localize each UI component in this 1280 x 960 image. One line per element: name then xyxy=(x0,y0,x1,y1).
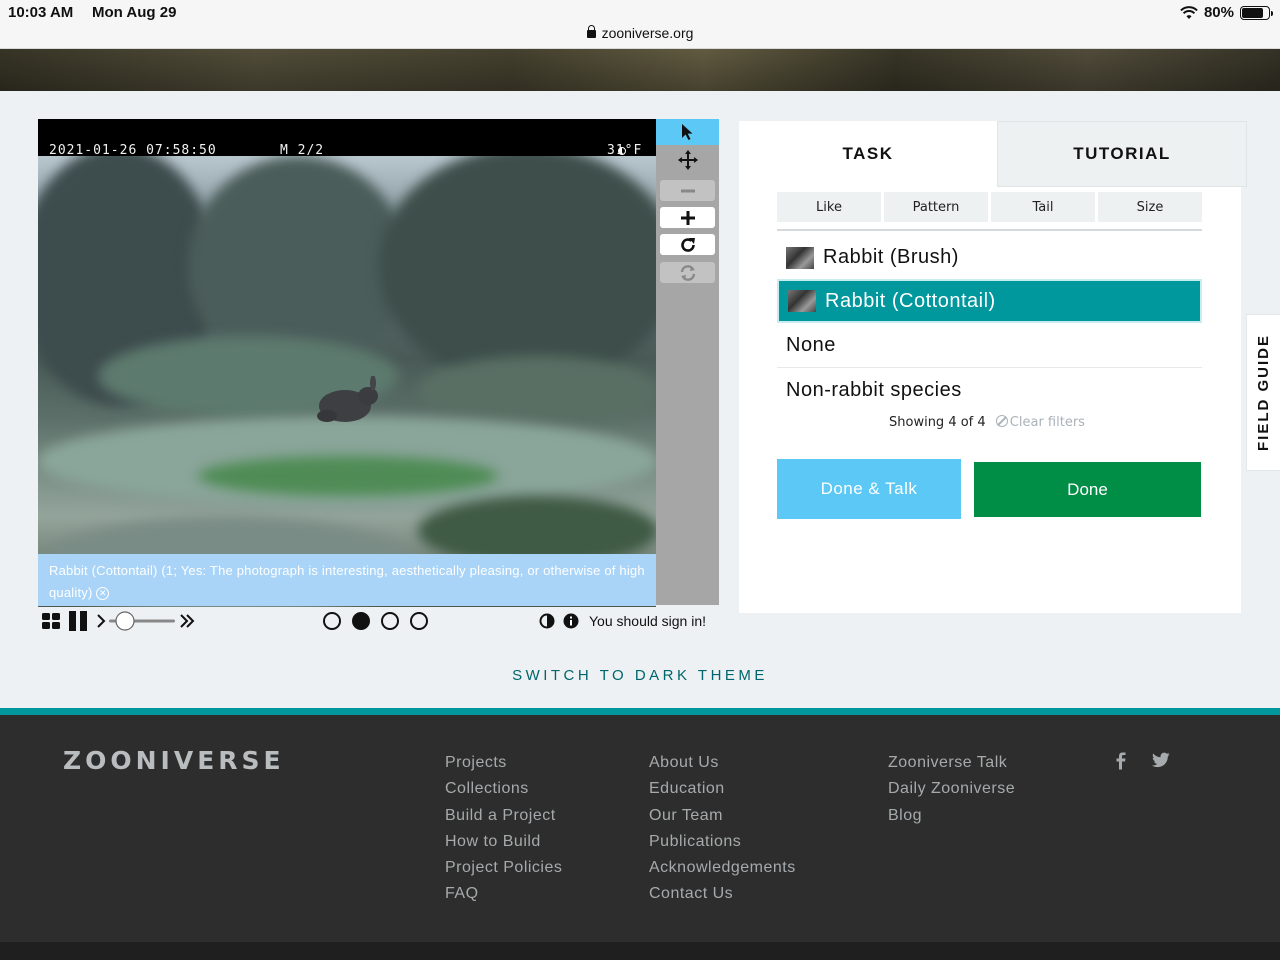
lock-icon xyxy=(586,25,596,38)
choice-label: Rabbit (Cottontail) xyxy=(825,289,996,312)
footer-column-talk: Zooniverse Talk Daily Zooniverse Blog xyxy=(888,750,1015,829)
footer-link[interactable]: Publications xyxy=(649,829,796,855)
subject-image[interactable]: 2021-01-26 07:58:50 M 2/2 31°F xyxy=(38,119,656,607)
subject-caption: Rabbit (Cottontail) (1; Yes: The photogr… xyxy=(38,554,656,606)
filter-pattern[interactable]: Pattern xyxy=(884,192,988,222)
reset-icon xyxy=(680,264,695,281)
reset-button[interactable] xyxy=(660,262,715,283)
footer-link[interactable]: Zooniverse Talk xyxy=(888,750,1015,776)
frame-dot-2[interactable] xyxy=(352,612,370,630)
clear-filters-button[interactable]: Clear filters xyxy=(995,415,1085,430)
footer-link[interactable]: Project Policies xyxy=(445,855,562,881)
pan-tool-button[interactable] xyxy=(660,149,715,170)
choice-thumbnail xyxy=(788,290,816,312)
pause-icon[interactable] xyxy=(67,610,89,632)
zooniverse-logo[interactable]: ZOONIVERSE xyxy=(63,746,285,775)
footer-column-about: About Us Education Our Team Publications… xyxy=(649,750,796,908)
caption-close-icon[interactable]: ✕ xyxy=(96,587,110,601)
camera-trap-photo xyxy=(38,156,656,607)
frame-dot-4[interactable] xyxy=(410,612,428,630)
battery-icon xyxy=(1240,5,1273,20)
choice-thumbnail xyxy=(786,246,814,269)
rabbit-figure xyxy=(317,376,378,422)
viewer-meta: You should sign in! xyxy=(539,610,706,632)
status-time: 10:03 AM xyxy=(8,4,74,21)
zoom-in-icon xyxy=(680,210,695,225)
rotate-button[interactable] xyxy=(660,234,715,255)
characteristic-filters: Like Pattern Tail Size xyxy=(777,192,1202,222)
address-bar[interactable]: zooniverse.org xyxy=(0,25,1280,41)
frame-controls xyxy=(41,610,195,632)
footer-link[interactable]: FAQ xyxy=(445,881,562,907)
ios-status-bar: 10:03 AM Mon Aug 29 zooniverse.org 80% xyxy=(0,0,1280,49)
clear-filters-label: Clear filters xyxy=(1009,415,1085,430)
camera-stamp-bar: 2021-01-26 07:58:50 M 2/2 31°F xyxy=(38,119,656,158)
image-toolbar xyxy=(656,119,719,605)
footer-link[interactable]: Blog xyxy=(888,803,1015,829)
rotate-icon xyxy=(680,237,695,252)
switch-dark-theme-link[interactable]: SWITCH TO DARK THEME xyxy=(0,667,1280,684)
facebook-icon[interactable] xyxy=(1115,752,1127,770)
battery-percent: 80% xyxy=(1203,4,1234,21)
choice-label: Rabbit (Brush) xyxy=(823,246,959,268)
done-button[interactable]: Done xyxy=(974,462,1201,517)
fast-forward-icon[interactable] xyxy=(179,613,195,629)
url-text: zooniverse.org xyxy=(601,25,694,41)
footer-link[interactable]: Collections xyxy=(445,776,562,802)
field-guide-tab[interactable]: FIELD GUIDE xyxy=(1246,314,1280,471)
choice-rabbit-brush[interactable]: Rabbit (Brush) xyxy=(777,236,1202,280)
footer-link[interactable]: Build a Project xyxy=(445,803,562,829)
choice-label: Non-rabbit species xyxy=(786,378,962,401)
twitter-icon[interactable] xyxy=(1152,752,1170,768)
divider xyxy=(777,229,1202,231)
frame-dot-3[interactable] xyxy=(381,612,399,630)
choice-label: None xyxy=(786,334,836,356)
zoom-out-icon xyxy=(680,189,695,192)
footer-link[interactable]: Our Team xyxy=(649,803,796,829)
footer-link[interactable]: Education xyxy=(649,776,796,802)
status-right: 80% xyxy=(1180,4,1273,21)
caption-text: Rabbit (Cottontail) (1; Yes: The photogr… xyxy=(49,563,645,600)
zoom-in-button[interactable] xyxy=(660,207,715,228)
footer-link[interactable]: Daily Zooniverse xyxy=(888,776,1015,802)
footer-link[interactable]: How to Build xyxy=(445,829,562,855)
speed-slider[interactable] xyxy=(107,610,179,632)
next-frame-icon[interactable] xyxy=(95,613,107,629)
header-banner xyxy=(0,49,1280,91)
showing-text: Showing 4 of 4 xyxy=(889,415,986,430)
filter-tail[interactable]: Tail xyxy=(991,192,1095,222)
zoom-out-button[interactable] xyxy=(660,180,715,201)
footer-bottom-bar xyxy=(0,942,1280,960)
choice-none[interactable]: None xyxy=(777,324,1202,368)
task-panel: TASK TUTORIAL Like Pattern Tail Size Rab… xyxy=(739,121,1247,613)
tab-task[interactable]: TASK xyxy=(739,121,997,187)
frame-dots xyxy=(323,610,439,632)
filter-count: Showing 4 of 4 Clear filters xyxy=(889,415,1085,430)
wifi-icon xyxy=(1180,5,1198,19)
field-guide-label: FIELD GUIDE xyxy=(1255,333,1273,452)
filter-like[interactable]: Like xyxy=(777,192,881,222)
choice-rabbit-cottontail[interactable]: Rabbit (Cottontail) xyxy=(777,279,1202,323)
footer-link[interactable]: Projects xyxy=(445,750,562,776)
tab-tutorial[interactable]: TUTORIAL xyxy=(997,121,1247,187)
status-date: Mon Aug 29 xyxy=(92,4,177,21)
pointer-tool-button[interactable] xyxy=(656,119,719,145)
filter-size[interactable]: Size xyxy=(1098,192,1202,222)
footer-column-projects: Projects Collections Build a Project How… xyxy=(445,750,562,908)
footer-link[interactable]: About Us xyxy=(649,750,796,776)
grid-view-icon[interactable] xyxy=(41,612,61,630)
done-and-talk-button[interactable]: Done & Talk xyxy=(777,459,961,519)
pan-icon xyxy=(677,149,698,170)
choice-non-rabbit-species[interactable]: Non-rabbit species xyxy=(777,368,1202,412)
ban-icon xyxy=(995,415,1008,427)
pointer-icon xyxy=(681,124,692,140)
footer-link[interactable]: Contact Us xyxy=(649,881,796,907)
info-icon[interactable] xyxy=(563,613,579,629)
frame-dot-1[interactable] xyxy=(323,612,341,630)
footer-link[interactable]: Acknowledgements xyxy=(649,855,796,881)
invert-colors-icon[interactable] xyxy=(539,613,555,629)
sign-in-message[interactable]: You should sign in! xyxy=(589,613,706,629)
